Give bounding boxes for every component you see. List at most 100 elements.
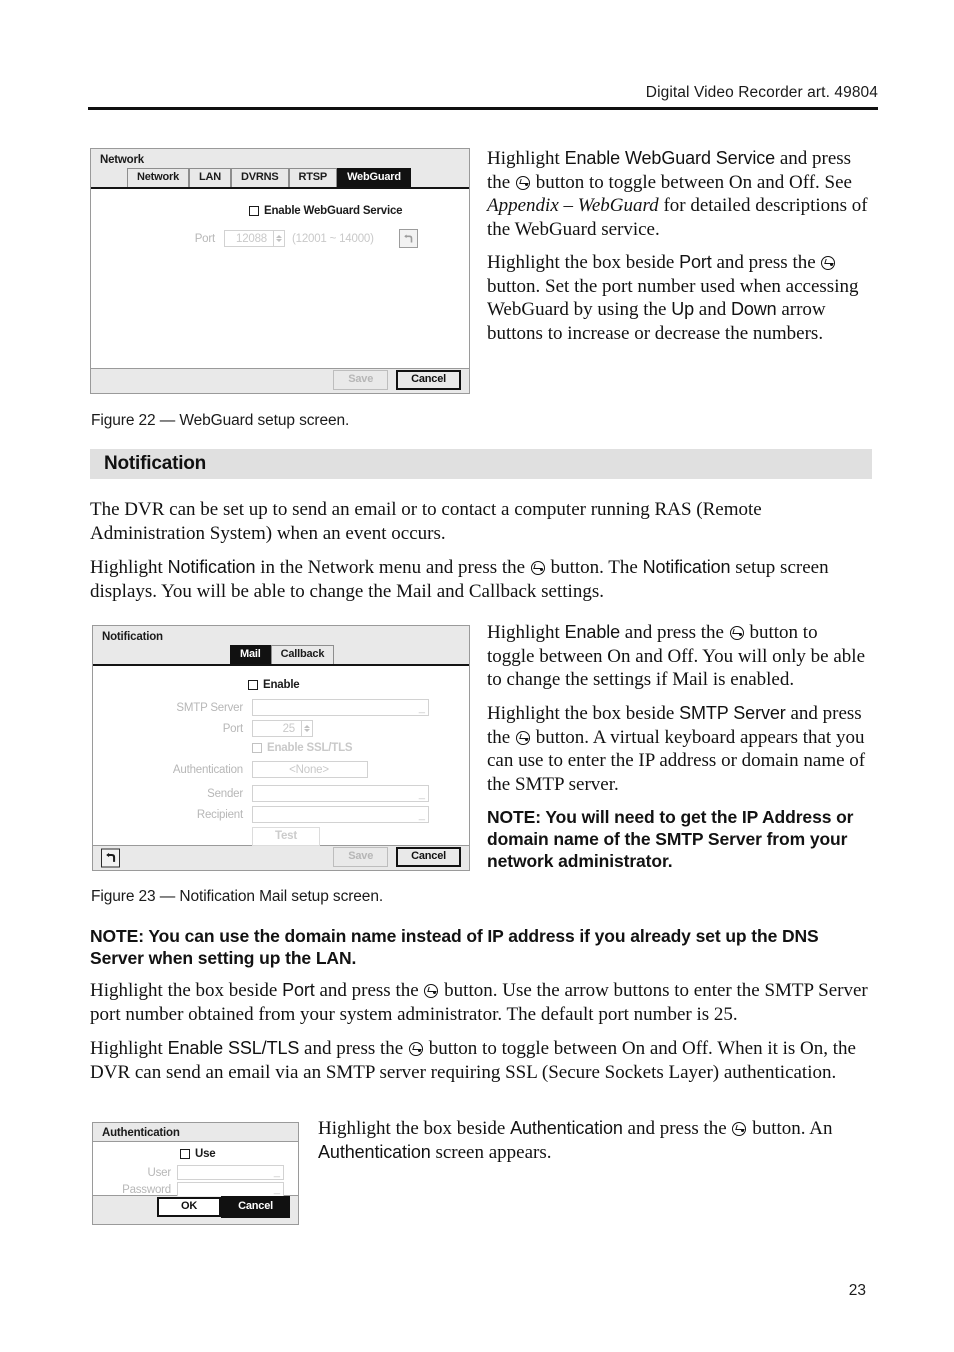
webguard-panel-body: Enable WebGuard Service Port 12088 (1200… xyxy=(91,189,469,369)
recipient-row: Recipient _ xyxy=(107,806,457,823)
p6-text-c: button. A virtual keyboard appears that … xyxy=(487,726,866,795)
webguard-port-input[interactable]: 12088 xyxy=(224,230,274,247)
p8-ui-enable-ssl-tls: Enable SSL/TLS xyxy=(167,1038,300,1058)
tab-mail[interactable]: Mail xyxy=(230,645,271,664)
auth-cancel-button[interactable]: Cancel xyxy=(221,1196,290,1218)
auth-user-input[interactable]: _ xyxy=(177,1165,284,1180)
tab-webguard[interactable]: WebGuard xyxy=(337,168,411,187)
p8-text-a: Highlight xyxy=(90,1038,168,1059)
sender-label: Sender xyxy=(207,787,243,800)
webguard-setup-dialog: Network Network LAN DVRNS RTSP WebGuard … xyxy=(90,148,470,394)
p4-ui-notification-1: Notification xyxy=(167,557,256,577)
auth-user-ellipsis: _ xyxy=(273,1166,280,1178)
auth-use-label: Use xyxy=(195,1148,216,1160)
paragraph-smtp-server: Highlight the box beside SMTP Server and… xyxy=(487,702,869,796)
sender-input[interactable]: _ xyxy=(252,785,429,802)
mail-port-spinner[interactable] xyxy=(302,720,313,737)
paragraph-highlight-notification: Highlight Notification in the Network me… xyxy=(90,556,872,603)
auth-use-row[interactable]: Use xyxy=(180,1148,216,1160)
p9-ui-authentication-2: Authentication xyxy=(318,1141,431,1162)
recipient-label: Recipient xyxy=(196,808,243,821)
webguard-dialog-footer: Save Cancel xyxy=(91,369,469,392)
auth-use-checkbox[interactable] xyxy=(180,1149,190,1159)
figure-23-caption: Figure 23 — Notification Mail setup scre… xyxy=(91,888,384,905)
enter-button-icon xyxy=(408,1042,423,1056)
back-arrow-icon[interactable] xyxy=(101,848,120,867)
spinner-down-icon[interactable] xyxy=(276,239,282,242)
p4-ui-notification-2: Notification xyxy=(642,557,731,577)
section-banner-notification: Notification xyxy=(90,449,872,479)
recipient-input[interactable]: _ xyxy=(252,806,429,823)
enable-webguard-checkbox[interactable] xyxy=(249,206,259,216)
p7-text-a: Highlight the box beside xyxy=(90,980,283,1001)
p1-text-c: button to toggle between On and Off. See xyxy=(530,171,852,193)
authentication-select[interactable]: <None> xyxy=(252,761,368,778)
spinner-down-icon[interactable] xyxy=(304,729,310,732)
p3-text: The DVR can be set up to send an email o… xyxy=(90,499,762,544)
smtp-server-row: SMTP Server _ xyxy=(107,699,457,716)
p1-text-a: Highlight xyxy=(487,148,565,169)
smtp-server-label: SMTP Server xyxy=(176,701,243,714)
enable-webguard-label: Enable WebGuard Service xyxy=(264,205,403,217)
spinner-up-icon[interactable] xyxy=(304,725,310,728)
back-arrow-icon[interactable] xyxy=(398,229,418,248)
notification-cancel-button[interactable]: Cancel xyxy=(396,847,461,867)
tab-dvrns[interactable]: DVRNS xyxy=(231,168,289,187)
p8-text-b: and press the xyxy=(299,1038,408,1059)
paragraph-smtp-port: Highlight the box beside Port and press … xyxy=(90,979,872,1026)
mail-enable-row[interactable]: Enable xyxy=(248,679,300,691)
auth-user-row: User _ xyxy=(101,1165,296,1180)
smtp-server-input[interactable]: _ xyxy=(252,699,429,716)
enter-button-icon xyxy=(515,175,530,190)
running-header: Digital Video Recorder art. 49804 xyxy=(88,84,878,110)
p6-text-a: Highlight the box beside xyxy=(487,703,680,724)
enter-button-icon xyxy=(821,256,836,270)
tab-callback[interactable]: Callback xyxy=(270,645,335,664)
tab-network[interactable]: Network xyxy=(127,168,189,187)
webguard-port-range: (12001 ~ 14000) xyxy=(292,232,374,245)
document-page: Digital Video Recorder art. 49804 Networ… xyxy=(0,0,954,1352)
authentication-dialog: Authentication Use User _ Password _ OK … xyxy=(92,1122,299,1225)
note1-text: NOTE: You will need to get the IP Addres… xyxy=(487,807,854,871)
spinner-up-icon[interactable] xyxy=(276,235,282,238)
enable-ssl-tls-checkbox[interactable] xyxy=(252,743,262,753)
p7-text-b: and press the xyxy=(314,980,424,1001)
auth-password-input[interactable]: _ xyxy=(177,1182,284,1197)
paragraph-dvr-intro: The DVR can be set up to send an email o… xyxy=(90,498,872,545)
mail-port-row: Port 25 xyxy=(107,720,457,737)
mail-enable-checkbox[interactable] xyxy=(248,680,258,690)
authentication-label: Authentication xyxy=(172,763,243,776)
mail-port-value: 25 xyxy=(282,722,296,735)
p5-text-a: Highlight xyxy=(487,622,565,643)
p2-ui-down: Down xyxy=(730,299,777,319)
mail-port-input[interactable]: 25 xyxy=(252,720,302,737)
notification-dialog-footer: Save Cancel xyxy=(93,846,469,869)
webguard-cancel-button[interactable]: Cancel xyxy=(396,370,461,390)
enable-ssl-tls-label: Enable SSL/TLS xyxy=(267,742,353,754)
p2-ui-up: Up xyxy=(671,299,695,319)
enable-webguard-row[interactable]: Enable WebGuard Service xyxy=(249,205,403,217)
network-tabstrip: Network LAN DVRNS RTSP WebGuard xyxy=(91,168,469,189)
auth-user-label: User xyxy=(147,1166,172,1179)
enable-ssl-tls-row[interactable]: Enable SSL/TLS xyxy=(252,742,353,754)
webguard-save-button[interactable]: Save xyxy=(333,370,389,390)
auth-ok-button[interactable]: OK xyxy=(157,1197,222,1217)
p9-text-c: button. An xyxy=(747,1118,833,1139)
auth-password-ellipsis: _ xyxy=(273,1183,280,1195)
enter-button-icon xyxy=(424,984,439,998)
note2-text: NOTE: You can use the domain name instea… xyxy=(90,926,819,968)
webguard-port-spinner[interactable] xyxy=(274,230,285,247)
authentication-row: Authentication <None> xyxy=(107,761,457,778)
test-button[interactable]: Test xyxy=(252,827,320,846)
mail-port-label: Port xyxy=(222,722,243,735)
sender-row: Sender _ xyxy=(107,785,457,802)
authentication-dialog-footer: OK Cancel xyxy=(93,1196,298,1219)
tab-lan[interactable]: LAN xyxy=(189,168,232,187)
dialog-title-authentication: Authentication xyxy=(102,1127,180,1139)
p2-text-b: and press the xyxy=(711,252,821,273)
tab-rtsp[interactable]: RTSP xyxy=(288,168,338,187)
enter-button-icon xyxy=(729,626,744,640)
notification-save-button[interactable]: Save xyxy=(333,847,389,867)
p5-text-b: and press the xyxy=(620,622,729,643)
p1-ui-enable-webguard: Enable WebGuard Service xyxy=(564,148,776,168)
